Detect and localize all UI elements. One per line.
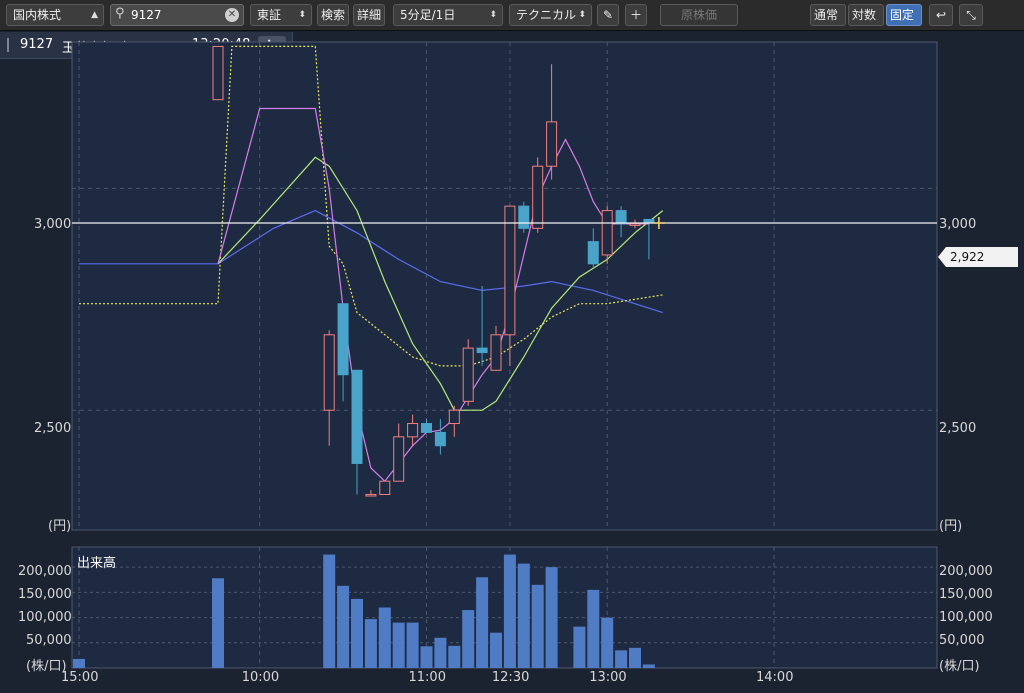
price-tick-left-1: 2,500 — [34, 421, 72, 436]
volume-bar — [337, 585, 350, 668]
current-price-label: 2,922 — [938, 247, 1018, 267]
price-tick-right-1: 2,500 — [939, 421, 977, 436]
price-chart[interactable] — [0, 0, 1024, 693]
volume-bar — [351, 598, 363, 668]
vol-tick-right-2: 100,000 — [939, 610, 993, 625]
time-label: 14:00 — [756, 670, 794, 685]
volume-bar — [642, 664, 655, 668]
candle-body — [407, 423, 419, 438]
candle-body — [379, 480, 391, 496]
vol-tick-left-2: 100,000 — [18, 610, 72, 625]
volume-bar — [462, 610, 475, 668]
time-label: 10:00 — [241, 670, 280, 685]
candle-body — [462, 347, 474, 402]
time-label: 12:30 — [491, 670, 530, 685]
volume-bar — [448, 645, 461, 668]
vol-tick-right-1: 150,000 — [939, 587, 993, 602]
vol-tick-left-0: 200,000 — [18, 564, 72, 579]
volume-bar — [378, 607, 391, 668]
candle-body — [615, 210, 627, 225]
candle-body — [448, 409, 460, 425]
candle-body — [351, 369, 363, 464]
vol-tick-left-1: 150,000 — [18, 587, 72, 602]
candle-body — [601, 210, 613, 256]
candle-body — [504, 205, 516, 336]
vol-tick-left-3: 50,000 — [26, 633, 72, 648]
candle-body — [476, 347, 488, 354]
candle-body — [587, 241, 599, 265]
candle-body — [532, 165, 544, 229]
time-label: 15:00 — [61, 670, 99, 685]
volume-bar — [503, 554, 516, 668]
volume-bar — [601, 617, 614, 668]
time-label: 13:00 — [589, 670, 627, 685]
candle-body — [323, 334, 335, 411]
volume-bar — [434, 637, 447, 668]
volume-bar — [629, 647, 641, 668]
time-label: 11:00 — [408, 670, 446, 685]
volume-title: 出来高 — [77, 556, 117, 571]
price-unit-right: (円) — [939, 519, 963, 534]
volume-bar — [73, 658, 85, 668]
volume-bar — [545, 567, 558, 668]
volume-bar — [490, 632, 502, 668]
candle-body — [546, 121, 558, 167]
volume-bar — [517, 563, 530, 668]
volume-bar — [392, 622, 405, 668]
volume-bar — [212, 578, 224, 668]
candle-body — [212, 45, 224, 101]
price-unit-left: (円) — [48, 519, 72, 534]
vol-unit-right: (株/口) — [939, 659, 980, 674]
volume-bar — [420, 646, 433, 668]
candle-body — [629, 223, 641, 226]
candle-body — [518, 205, 530, 229]
vol-tick-right-0: 200,000 — [939, 564, 993, 579]
candle-body — [434, 431, 446, 447]
candle-body — [393, 436, 405, 482]
candle-body — [337, 303, 349, 376]
volume-bar — [364, 619, 377, 668]
price-tick-left-0: 3,000 — [34, 217, 72, 232]
volume-bar — [476, 577, 489, 668]
volume-bar — [615, 650, 628, 668]
candle-body — [365, 494, 377, 497]
volume-bar — [531, 584, 544, 668]
candle-body — [490, 334, 502, 371]
volume-bar — [573, 626, 586, 668]
volume-bar — [406, 622, 419, 668]
candle-body — [421, 423, 432, 433]
vol-tick-right-3: 50,000 — [939, 633, 985, 648]
volume-bar — [587, 589, 600, 668]
price-tick-right-0: 3,000 — [939, 217, 977, 232]
volume-bar — [323, 554, 336, 668]
